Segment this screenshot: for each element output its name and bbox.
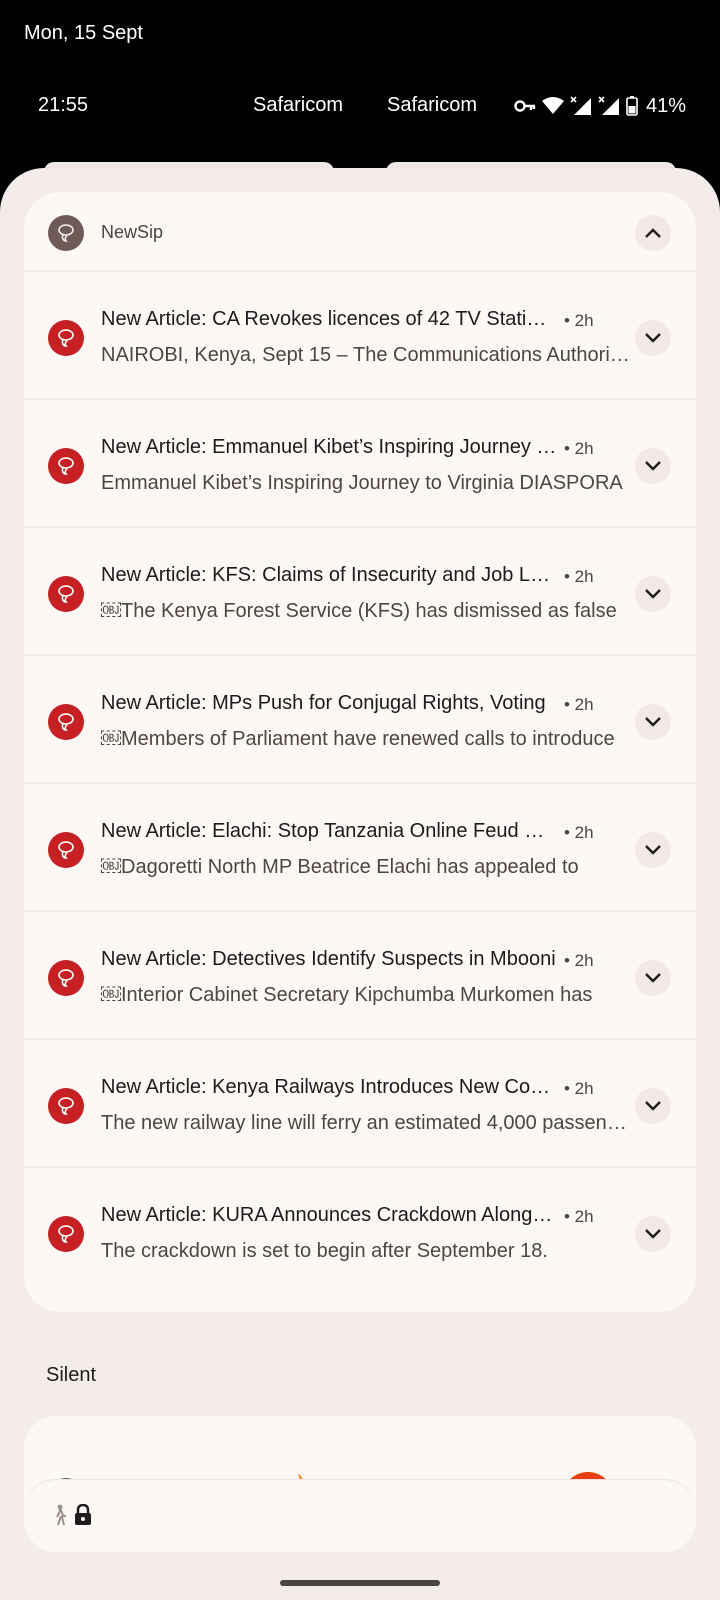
expand-button[interactable] — [635, 832, 671, 868]
lasso-icon — [58, 1225, 74, 1244]
wifi-icon — [542, 97, 564, 114]
lasso-icon — [58, 224, 74, 243]
walking-icon — [56, 1504, 66, 1526]
chevron-up-icon — [645, 228, 661, 238]
notification-title: New Article: KURA Announces Crackdown Al… — [101, 1204, 557, 1226]
chevron-down-icon — [645, 845, 661, 855]
newsip-app-icon — [48, 1088, 84, 1124]
notification-body: ￼The Kenya Forest Service (KFS) has dism… — [101, 600, 617, 622]
lasso-icon — [58, 329, 74, 348]
notification-time: • 2h — [564, 823, 594, 842]
notification-time: • 2h — [564, 951, 594, 970]
carrier-2: Safaricom — [387, 94, 478, 116]
expand-button[interactable] — [635, 704, 671, 740]
signal-icon — [570, 96, 591, 115]
notification-title: New Article: Emmanuel Kibet’s Inspiring … — [101, 436, 557, 458]
status-bar: 21:55 Safaricom Safaricom 41% — [0, 86, 720, 126]
chevron-down-icon — [645, 1229, 661, 1239]
ongoing-status-bar[interactable] — [24, 1480, 696, 1552]
lasso-icon — [58, 1097, 74, 1116]
notification-item[interactable]: New Article: MPs Push for Conjugal Right… — [24, 654, 696, 784]
battery-icon — [626, 96, 638, 116]
newsip-app-icon — [48, 960, 84, 996]
status-icons: 41% — [514, 92, 686, 120]
lasso-icon — [58, 841, 74, 860]
notification-item[interactable]: New Article: Elachi: Stop Tanzania Onlin… — [24, 782, 696, 912]
notification-body: ￼Interior Cabinet Secretary Kipchumba Mu… — [101, 984, 593, 1006]
expand-button[interactable] — [635, 448, 671, 484]
lasso-icon — [58, 969, 74, 988]
notification-body: The crackdown is set to begin after Sept… — [101, 1240, 548, 1262]
newsip-app-icon — [48, 320, 84, 356]
notification-body: Emmanuel Kibet’s Inspiring Journey to Vi… — [101, 472, 623, 494]
newsip-app-icon — [48, 832, 84, 868]
newsip-app-icon — [48, 1216, 84, 1252]
notification-title: New Article: MPs Push for Conjugal Right… — [101, 692, 546, 714]
lasso-icon — [58, 585, 74, 604]
notification-title: New Article: Detectives Identify Suspect… — [101, 948, 556, 970]
lock-icon — [75, 1504, 91, 1525]
notification-time: • 2h — [564, 311, 594, 330]
collapse-button[interactable] — [635, 215, 671, 251]
carrier-1: Safaricom — [253, 94, 344, 116]
expand-button[interactable] — [635, 320, 671, 356]
notification-title: New Article: KFS: Claims of Insecurity a… — [101, 564, 557, 586]
expand-button[interactable] — [635, 1216, 671, 1252]
status-time: 21:55 — [38, 94, 89, 116]
notification-time: • 2h — [564, 439, 594, 458]
notification-body: ￼Dagoretti North MP Beatrice Elachi has … — [101, 856, 579, 878]
lasso-icon — [58, 713, 74, 732]
newsip-notification-group[interactable]: NewSip New Article: CA Revokes licences … — [24, 192, 696, 1312]
newsip-app-icon — [48, 215, 84, 251]
notification-item[interactable]: New Article: KURA Announces Crackdown Al… — [24, 1166, 696, 1296]
notification-title: New Article: Elachi: Stop Tanzania Onlin… — [101, 820, 557, 842]
notification-title: New Article: Kenya Railways Introduces N… — [101, 1076, 557, 1098]
notification-time: • 2h — [564, 1079, 594, 1098]
signal-icon — [598, 96, 619, 115]
expand-button[interactable] — [635, 1088, 671, 1124]
expand-button[interactable] — [635, 576, 671, 612]
silent-section-label: Silent — [46, 1364, 97, 1386]
vpn-key-icon — [514, 100, 536, 112]
notification-time: • 2h — [564, 695, 594, 714]
chevron-down-icon — [645, 1101, 661, 1111]
notification-item[interactable]: New Article: Detectives Identify Suspect… — [24, 910, 696, 1040]
notification-time: • 2h — [564, 567, 594, 586]
app-name: NewSip — [101, 222, 164, 242]
notification-body: ￼Members of Parliament have renewed call… — [101, 728, 615, 750]
lasso-icon — [58, 457, 74, 476]
chevron-down-icon — [645, 717, 661, 727]
group-header[interactable]: NewSip — [24, 192, 696, 274]
notification-item[interactable]: New Article: KFS: Claims of Insecurity a… — [24, 526, 696, 656]
chevron-down-icon — [645, 333, 661, 343]
notification-item[interactable]: New Article: CA Revokes licences of 42 T… — [24, 270, 696, 400]
newsip-app-icon — [48, 704, 84, 740]
notification-body: The new railway line will ferry an estim… — [101, 1112, 635, 1134]
expand-button[interactable] — [635, 960, 671, 996]
chevron-down-icon — [645, 461, 661, 471]
notification-title: New Article: CA Revokes licences of 42 T… — [101, 308, 557, 330]
notification-time: • 2h — [564, 1207, 594, 1226]
notification-item[interactable]: New Article: Emmanuel Kibet’s Inspiring … — [24, 398, 696, 528]
battery-percent: 41% — [646, 94, 687, 117]
home-gesture-handle[interactable] — [280, 1580, 440, 1586]
notification-item[interactable]: New Article: Kenya Railways Introduces N… — [24, 1038, 696, 1168]
newsip-app-icon — [48, 576, 84, 612]
chevron-down-icon — [645, 973, 661, 983]
notification-body: NAIROBI, Kenya, Sept 15 – The Communicat… — [101, 344, 635, 366]
newsip-app-icon — [48, 448, 84, 484]
status-date: Mon, 15 Sept — [24, 22, 143, 44]
chevron-down-icon — [645, 589, 661, 599]
